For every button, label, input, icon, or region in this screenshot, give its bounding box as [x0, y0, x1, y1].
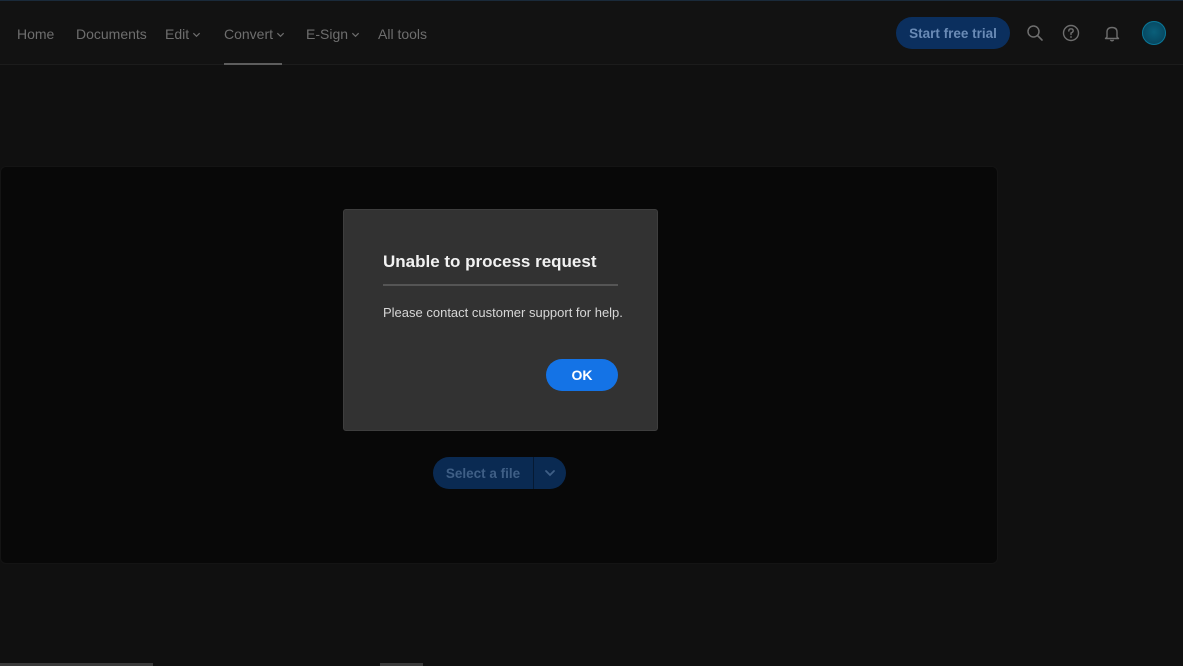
app-window: Home Documents Edit Convert E-Sign All t… [0, 0, 1183, 666]
select-file-button[interactable]: Select a file [433, 457, 533, 489]
chevron-down-icon [276, 32, 285, 37]
nav-esign-label: E-Sign [306, 26, 349, 42]
nav-esign[interactable]: E-Sign [306, 25, 360, 43]
error-dialog: Unable to process request Please contact… [343, 209, 658, 431]
active-tab-indicator [224, 63, 282, 65]
chevron-down-icon [545, 470, 555, 477]
nav-convert-label: Convert [224, 26, 274, 42]
chevron-down-icon [193, 32, 201, 37]
dialog-message: Please contact customer support for help… [383, 305, 623, 320]
bell-icon[interactable] [1103, 24, 1121, 42]
nav-edit-label: Edit [165, 26, 190, 42]
dialog-divider [383, 284, 618, 286]
nav-documents[interactable]: Documents [76, 25, 147, 43]
nav-all-tools[interactable]: All tools [378, 25, 427, 43]
nav-documents-label: Documents [76, 26, 147, 42]
nav-home-label: Home [17, 26, 55, 42]
nav-all-tools-label: All tools [378, 26, 428, 42]
avatar[interactable] [1142, 21, 1166, 45]
start-free-trial-button[interactable]: Start free trial [896, 17, 1010, 49]
nav-convert[interactable]: Convert [224, 25, 285, 43]
chevron-down-icon [351, 32, 360, 37]
nav-home[interactable]: Home [17, 25, 54, 43]
select-file-dropdown[interactable] [534, 457, 566, 489]
search-icon[interactable] [1026, 24, 1044, 42]
top-navigation: Home Documents Edit Convert E-Sign All t… [0, 1, 1183, 65]
nav-edit[interactable]: Edit [165, 25, 201, 43]
dialog-title: Unable to process request [383, 252, 597, 271]
select-file-group: Select a file [433, 457, 566, 489]
ok-button[interactable]: OK [546, 359, 618, 391]
help-icon[interactable] [1062, 24, 1080, 42]
